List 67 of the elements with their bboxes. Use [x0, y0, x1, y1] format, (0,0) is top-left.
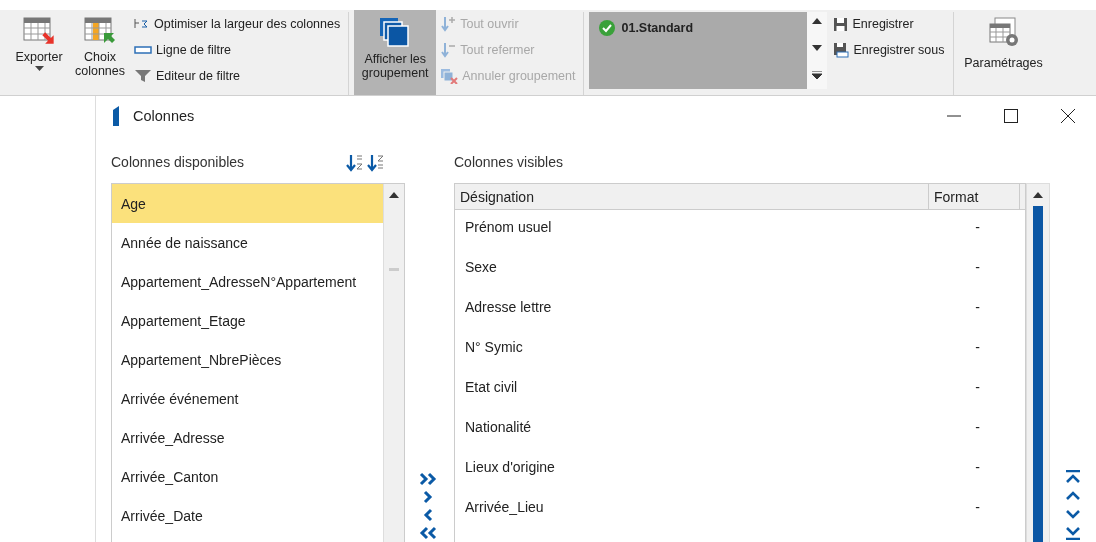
table-cell: - [975, 459, 980, 475]
move-all-right-icon[interactable] [418, 472, 437, 486]
scroll-up-icon[interactable] [1033, 192, 1044, 198]
scroll-thumb[interactable] [1033, 206, 1044, 542]
show-grouping-button[interactable]: Afficher les groupement [354, 10, 437, 95]
table-cell: - [975, 339, 980, 355]
list-item[interactable]: Arrivée_Date [112, 496, 383, 535]
expand-gallery-icon[interactable] [812, 71, 823, 79]
save-button[interactable]: Enregistrer [833, 13, 945, 35]
list-item[interactable]: Arrivée événement [112, 379, 383, 418]
move-bottom-icon[interactable] [1065, 526, 1081, 540]
table-cell: Sexe [465, 259, 497, 275]
save-button[interactable]: Enregistrer sous [833, 39, 945, 61]
table-cell: N° Symic [465, 339, 523, 355]
table-cell: Adresse lettre [465, 299, 552, 315]
panel-label: Colonnes visibles [454, 154, 563, 170]
scrollbar[interactable] [383, 184, 404, 542]
check-circle-icon [599, 20, 616, 36]
scroll-down-icon[interactable] [812, 44, 823, 51]
scroll-up-icon[interactable] [389, 192, 399, 198]
arrow-plus-icon [440, 16, 457, 32]
column-width-icon [134, 17, 150, 31]
column-header[interactable]: Format [928, 184, 1019, 209]
move-top-icon[interactable] [1065, 470, 1081, 484]
sort-ascending-icon[interactable] [346, 154, 364, 172]
move-up-icon[interactable] [1065, 490, 1081, 502]
app-icon [113, 106, 119, 126]
move-down-icon[interactable] [1065, 508, 1081, 520]
list-item[interactable]: Appartement_NbrePièces [112, 340, 383, 379]
funnel-icon [134, 69, 152, 83]
move-right-icon[interactable] [421, 490, 434, 504]
settings-button[interactable]: Paramétrages [958, 10, 1049, 95]
choose-columns-button[interactable]: Choix colonnes [70, 10, 130, 95]
move-left-icon[interactable] [421, 508, 434, 522]
export-button[interactable]: Exporter [8, 10, 70, 95]
table-cell: Arrivée_Lieu [465, 499, 544, 515]
dialog-title: Colonnes [133, 108, 195, 124]
ungroup-icon [440, 68, 459, 84]
list-item[interactable]: Appartement_Etage [112, 301, 383, 340]
list-item[interactable]: Appartement_AdresseN°Appartement [112, 262, 383, 301]
list-item[interactable]: Arrivée_Adresse [112, 418, 383, 457]
list-item[interactable]: Arrivée_Canton [112, 457, 383, 496]
ribbon-tool-button[interactable]: Editeur de filtre [134, 65, 341, 87]
table-cell: Etat civil [465, 379, 518, 395]
scrollbar[interactable] [1026, 183, 1050, 542]
table-cell: Lieux d'origine [465, 459, 555, 475]
table-cell: - [975, 419, 980, 435]
filter-row-icon [134, 45, 152, 55]
move-all-left-icon[interactable] [418, 526, 437, 540]
table-cell: Prénom usuel [465, 219, 552, 235]
column-header[interactable]: Désignation [455, 184, 928, 209]
panel-label: Colonnes disponibles [111, 154, 245, 170]
ribbon-tool-button[interactable]: Ligne de filtre [134, 39, 341, 61]
layout-item[interactable]: 01.Standard [599, 20, 694, 36]
scroll-up-icon[interactable] [812, 18, 823, 24]
list-item[interactable]: Age [112, 184, 383, 223]
ribbon-tool-button[interactable]: Optimiser la largeur des colonnes [134, 13, 341, 35]
list-item[interactable]: Année de naissance [112, 223, 383, 262]
table-cell: - [975, 219, 980, 235]
table-cell: - [975, 299, 980, 315]
table-cell: - [975, 259, 980, 275]
table-cell: - [975, 379, 980, 395]
sort-descending-icon[interactable] [367, 154, 385, 172]
arrow-minus-icon [440, 42, 457, 58]
caret-icon [34, 66, 44, 72]
table-cell: Nationalité [465, 419, 532, 435]
table-cell: - [975, 499, 980, 515]
